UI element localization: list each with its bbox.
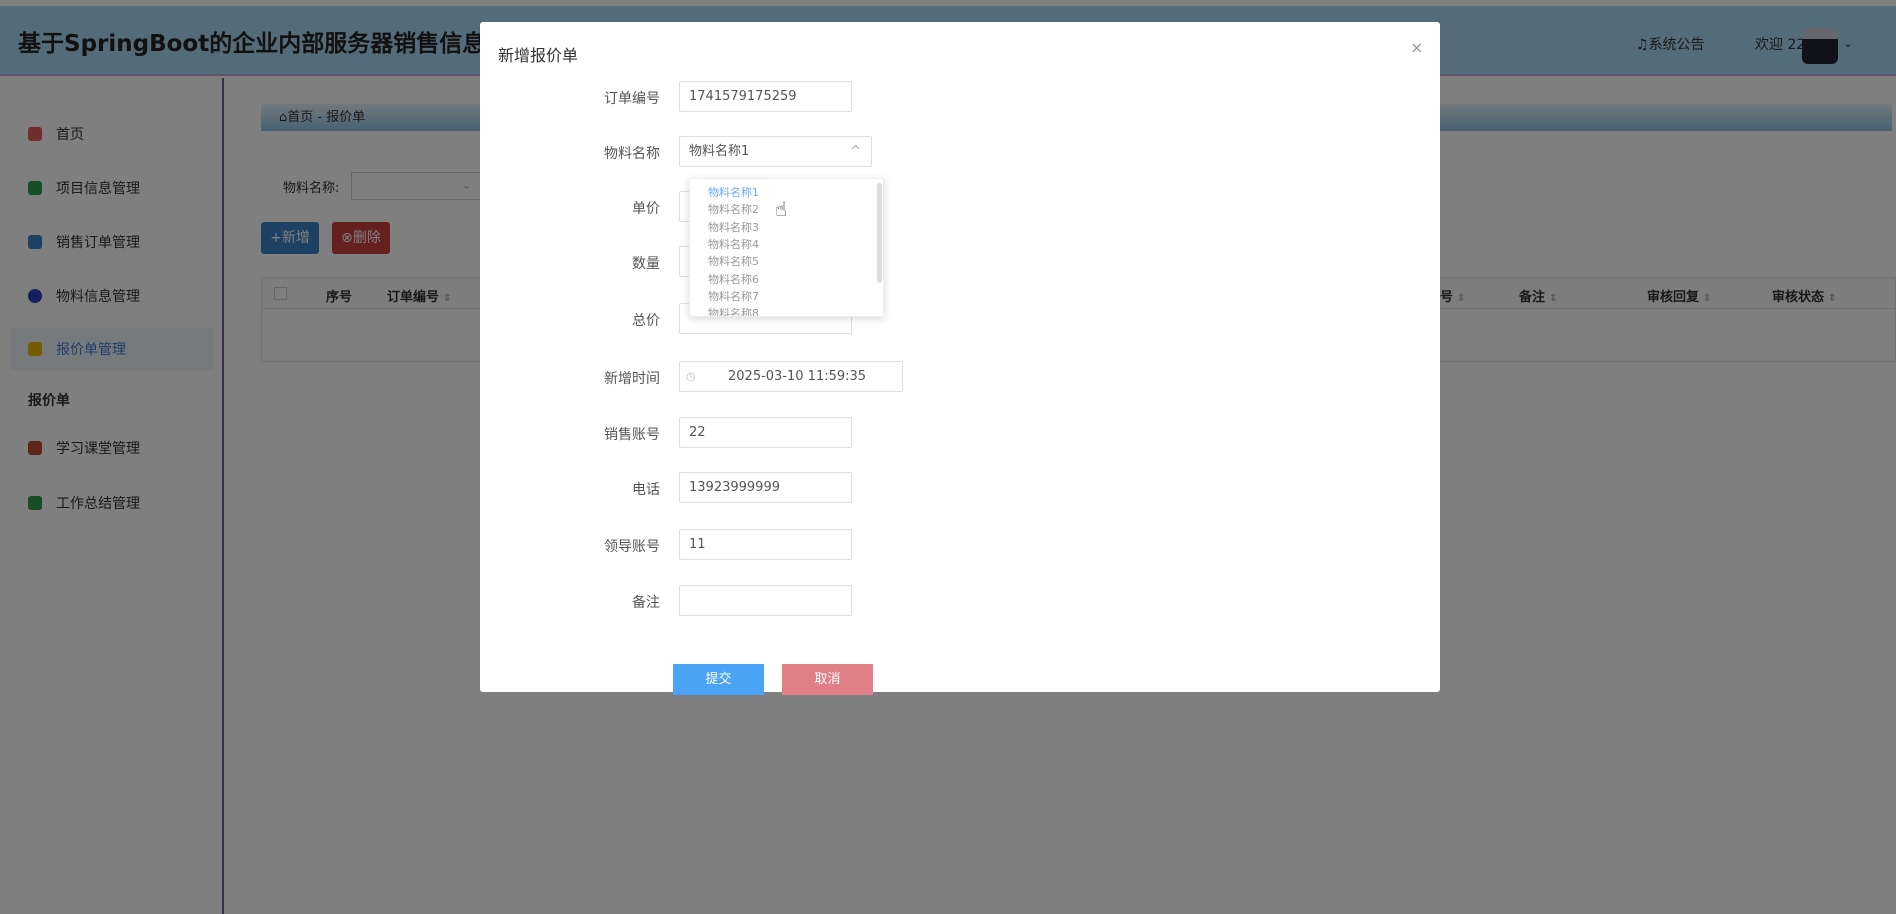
field-label: 电话 xyxy=(632,482,660,498)
field-label: 单价 xyxy=(632,201,660,217)
field-input[interactable]: 1741579175259 xyxy=(679,81,852,112)
field-value: 22 xyxy=(689,425,706,440)
field-value: 2025-03-10 11:59:35 xyxy=(728,369,867,384)
dropdown-option[interactable]: 物料名称6 xyxy=(708,271,759,287)
chevron-up-icon: ^ xyxy=(850,144,861,159)
field-label: 领导账号 xyxy=(604,539,660,555)
field-label: 订单编号 xyxy=(604,91,660,107)
field-value: 1741579175259 xyxy=(689,89,797,104)
dropdown-option[interactable]: 物料名称7 xyxy=(708,288,759,304)
field-label: 备注 xyxy=(632,595,660,611)
hand-cursor-icon: ☝ xyxy=(775,197,788,221)
dropdown-option[interactable]: 物料名称4 xyxy=(708,236,759,252)
field-value: 物料名称1 xyxy=(689,144,750,159)
field-label: 销售账号 xyxy=(604,427,660,443)
dropdown-option[interactable]: 物料名称5 xyxy=(708,253,759,269)
close-icon[interactable]: × xyxy=(1410,38,1423,57)
field-label: 数量 xyxy=(632,256,660,272)
dropdown-option[interactable]: 物料名称8 xyxy=(708,305,759,316)
dropdown-option[interactable]: 物料名称3 xyxy=(708,219,759,235)
add-quote-dialog: 新增报价单 × 订单编号 1741579175259 物料名称 ^ 物料名称1 单价数量总… xyxy=(480,22,1440,695)
dialog-title: 新增报价单 xyxy=(498,46,579,65)
field-label: 新增时间 xyxy=(604,371,660,387)
field-label: 物料名称 xyxy=(604,146,660,162)
field-input[interactable]: 11 xyxy=(679,529,852,560)
field-input[interactable] xyxy=(679,585,852,616)
field-input[interactable]: ◷ 2025-03-10 11:59:35 xyxy=(679,361,903,392)
field-input[interactable]: 22 xyxy=(679,417,852,448)
field-input[interactable]: 13923999999 xyxy=(679,472,852,503)
dropdown-option[interactable]: 物料名称2 xyxy=(708,201,759,217)
field-label: 总价 xyxy=(632,313,660,329)
submit-button[interactable]: 提交 xyxy=(673,664,764,695)
dropdown-option[interactable]: 物料名称1 xyxy=(708,184,759,200)
field-value: 11 xyxy=(689,537,706,552)
cancel-button[interactable]: 取消 xyxy=(782,664,873,695)
clock-icon: ◷ xyxy=(686,370,696,383)
field-value: 13923999999 xyxy=(689,480,780,495)
dropdown-scrollbar[interactable] xyxy=(877,183,882,283)
field-input[interactable]: ^ 物料名称1 xyxy=(679,136,872,167)
